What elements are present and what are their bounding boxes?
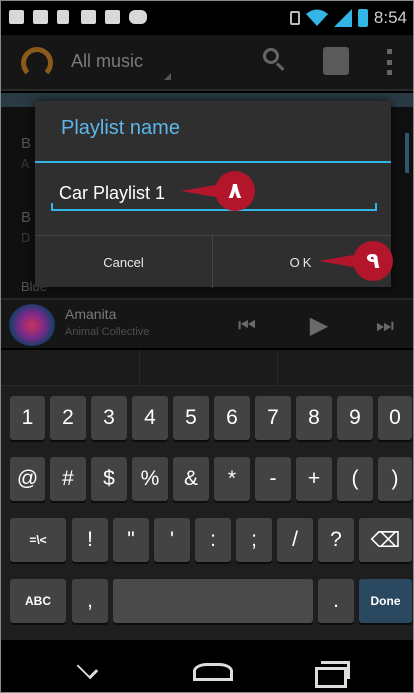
- key-close-paren[interactable]: ): [378, 457, 412, 501]
- list-item-letter: B: [21, 135, 32, 152]
- key-exclamation[interactable]: !: [72, 518, 108, 562]
- key-question[interactable]: ?: [318, 518, 354, 562]
- email-icon: [9, 10, 24, 24]
- play-icon[interactable]: ▶: [301, 310, 337, 340]
- album-art[interactable]: [9, 304, 55, 346]
- key-more-symbols[interactable]: =\<: [10, 518, 66, 562]
- key-8[interactable]: 8: [296, 396, 332, 440]
- playlist-name-value[interactable]: Car Playlist 1: [59, 183, 165, 204]
- shop-icon[interactable]: [323, 47, 349, 75]
- space-bar[interactable]: [113, 579, 313, 623]
- key-6[interactable]: 6: [214, 396, 250, 440]
- key-0[interactable]: 0: [378, 396, 412, 440]
- home-icon[interactable]: [193, 663, 233, 681]
- list-item-letter: B: [21, 209, 32, 226]
- cancel-button[interactable]: Cancel: [35, 236, 213, 288]
- key-double-quote[interactable]: ": [113, 518, 149, 562]
- dialog-title: Playlist name: [61, 117, 180, 139]
- bag-icon: [105, 10, 120, 24]
- callout-marker-input: ٨: [181, 171, 255, 211]
- callout-number: ٩: [353, 241, 393, 281]
- key-abc[interactable]: ABC: [10, 579, 66, 623]
- key-minus[interactable]: -: [255, 457, 291, 501]
- backspace-key[interactable]: ⌫: [359, 518, 412, 562]
- key-asterisk[interactable]: *: [214, 457, 250, 501]
- key-dollar[interactable]: $: [91, 457, 127, 501]
- back-icon[interactable]: [75, 659, 97, 681]
- status-bar: 8:54: [1, 1, 413, 35]
- key-3[interactable]: 3: [91, 396, 127, 440]
- status-right: 8:54: [289, 7, 407, 29]
- callout-marker-ok: ٩: [319, 241, 393, 281]
- action-bar: All music: [1, 35, 413, 91]
- library-selector[interactable]: All music: [71, 51, 143, 72]
- scroll-indicator: [405, 133, 409, 173]
- gamepad-icon: [129, 10, 147, 24]
- key-slash[interactable]: /: [277, 518, 313, 562]
- previous-track-icon[interactable]: ⏮: [227, 310, 267, 340]
- dialog-divider: [35, 161, 391, 163]
- key-4[interactable]: 4: [132, 396, 168, 440]
- key-percent[interactable]: %: [132, 457, 168, 501]
- key-comma[interactable]: ,: [72, 579, 108, 623]
- battery-icon: [357, 9, 368, 27]
- done-key[interactable]: Done: [359, 579, 412, 623]
- vibrate-icon: [289, 11, 300, 25]
- signal-icon: [333, 9, 352, 27]
- chat-icon: [33, 10, 48, 24]
- key-single-quote[interactable]: ': [154, 518, 190, 562]
- navigation-bar: [1, 641, 413, 692]
- key-plus[interactable]: +: [296, 457, 332, 501]
- key-7[interactable]: 7: [255, 396, 291, 440]
- key-period[interactable]: .: [318, 579, 354, 623]
- next-track-icon[interactable]: ⏭: [365, 310, 405, 340]
- now-playing-artist: Animal Collective: [65, 326, 150, 338]
- list-item-sub: D: [21, 231, 31, 245]
- headphones-icon[interactable]: [21, 47, 53, 79]
- bag-icon: [81, 10, 96, 24]
- key-colon[interactable]: :: [195, 518, 231, 562]
- key-at[interactable]: @: [10, 457, 45, 501]
- input-underline: [51, 203, 377, 211]
- key-ampersand[interactable]: &: [173, 457, 209, 501]
- key-open-paren[interactable]: (: [337, 457, 373, 501]
- key-semicolon[interactable]: ;: [236, 518, 272, 562]
- phone-icon: [57, 10, 69, 24]
- key-1[interactable]: 1: [10, 396, 45, 440]
- wifi-icon: [305, 9, 328, 26]
- overflow-menu-icon[interactable]: [387, 49, 393, 75]
- key-5[interactable]: 5: [173, 396, 209, 440]
- list-item-sub: A: [21, 157, 30, 171]
- dropdown-caret-icon: [164, 73, 171, 80]
- keyboard: 1 2 3 4 5 6 7 8 9 0 @ # $ % & * - + ( ) …: [1, 350, 413, 640]
- phone-screen: 8:54 All music B A B D Blue Playlist nam…: [0, 0, 414, 693]
- now-playing-bar[interactable]: Amanita Animal Collective ⏮ ▶ ⏭: [1, 298, 413, 348]
- now-playing-title: Amanita: [65, 306, 117, 322]
- status-time: 8:54: [373, 8, 407, 27]
- recent-apps-icon[interactable]: [315, 661, 350, 688]
- search-icon[interactable]: [263, 48, 285, 71]
- key-9[interactable]: 9: [337, 396, 373, 440]
- callout-number: ٨: [215, 171, 255, 211]
- key-2[interactable]: 2: [50, 396, 86, 440]
- keyboard-suggestion-strip: [1, 350, 413, 386]
- key-hash[interactable]: #: [50, 457, 86, 501]
